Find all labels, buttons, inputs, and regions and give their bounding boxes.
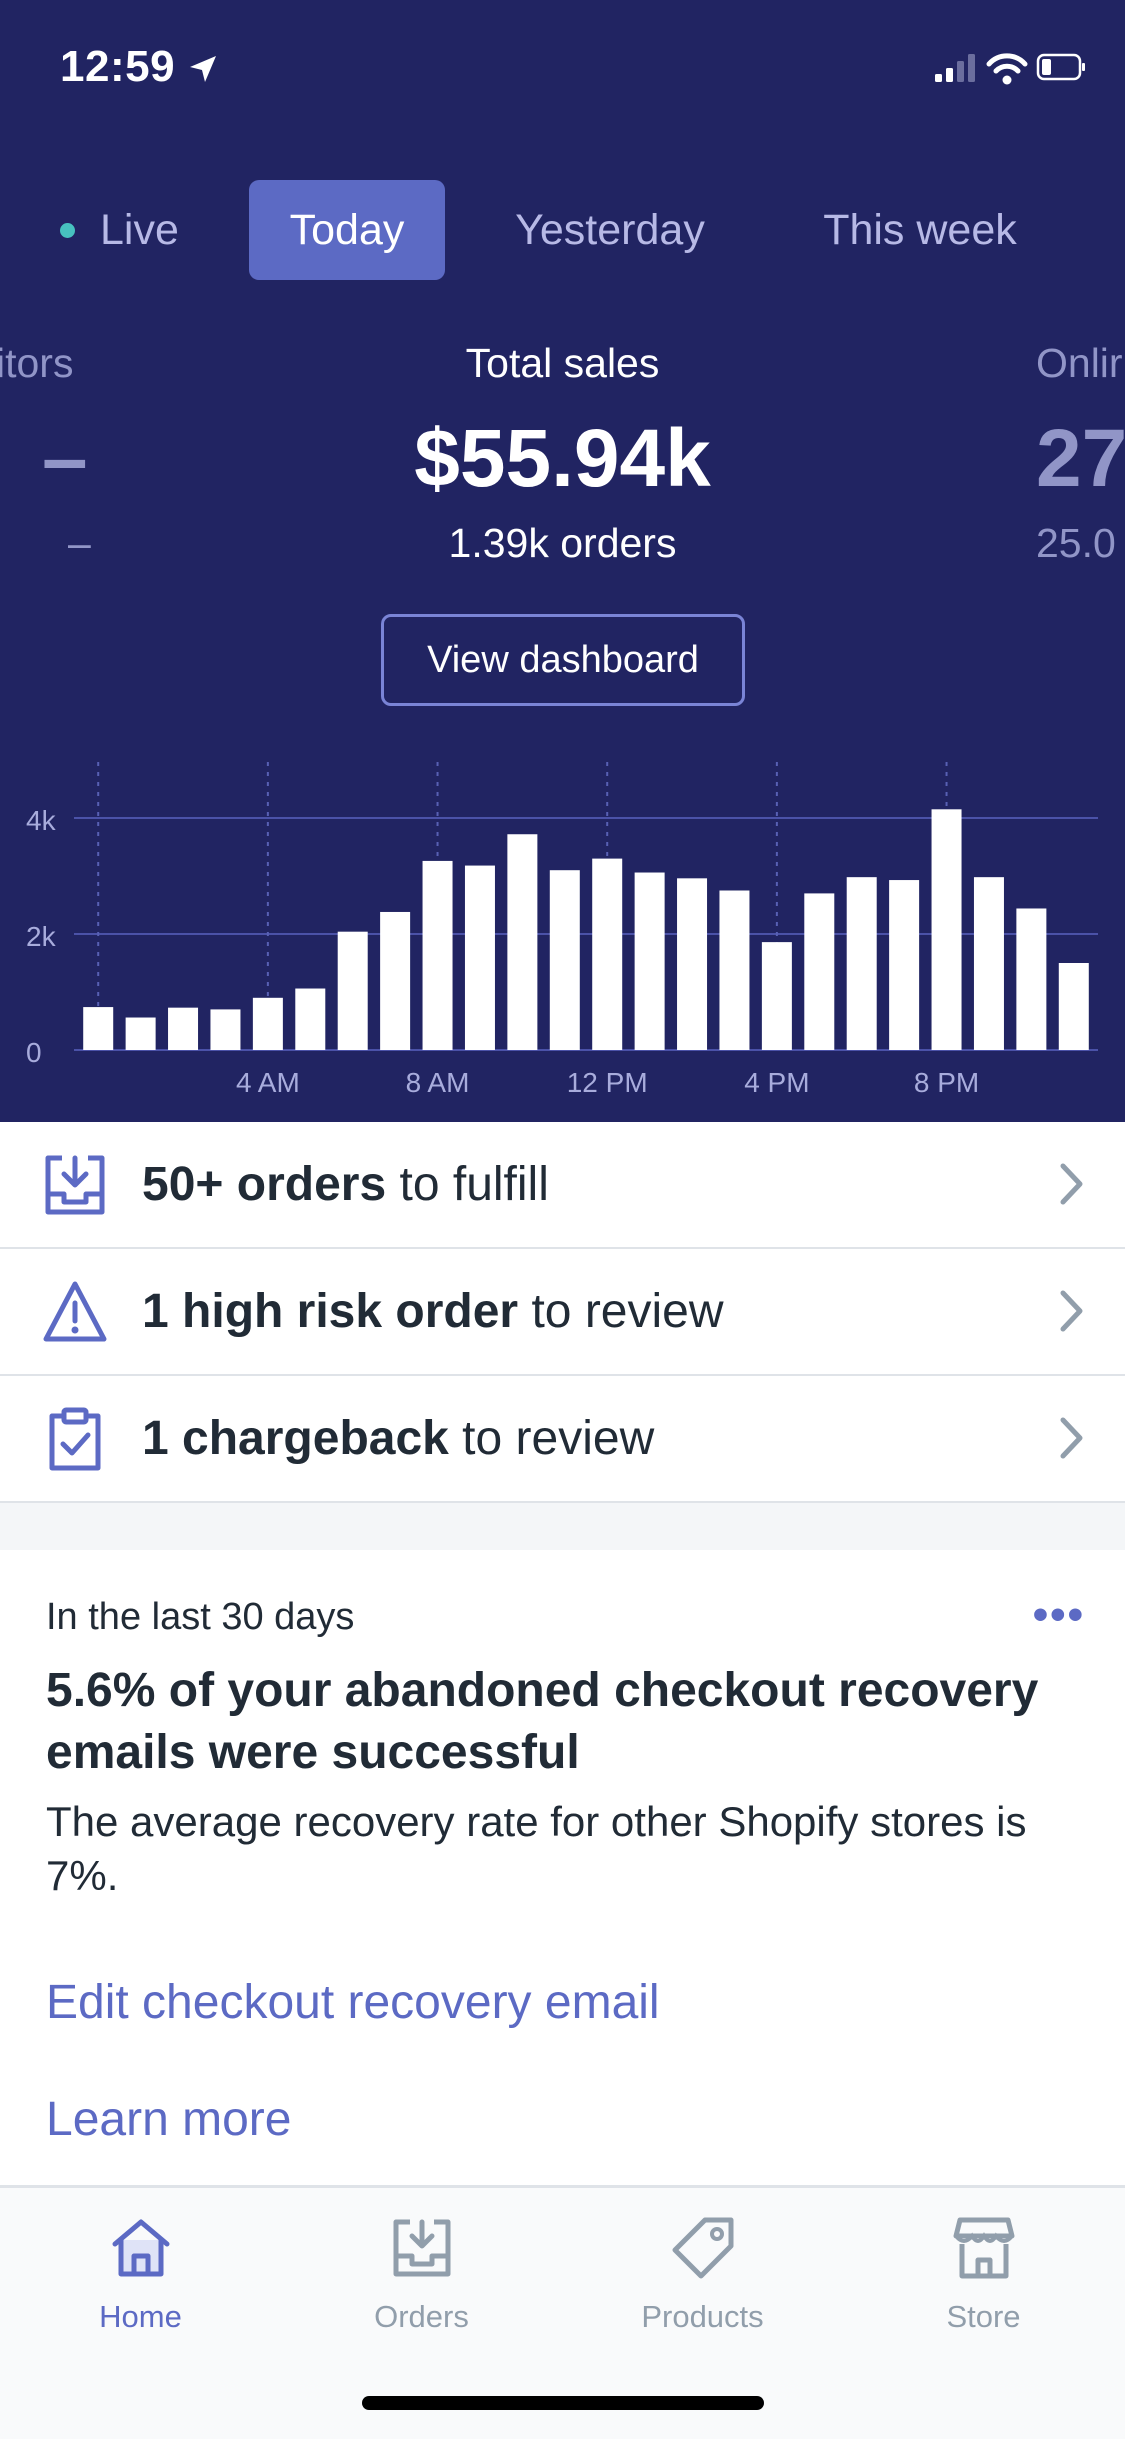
tab-today[interactable]: Today bbox=[249, 180, 445, 280]
task-text: 50+ orders to fulfill bbox=[142, 1158, 549, 1211]
date-range-tabs: Live Today Yesterday This week bbox=[0, 180, 1125, 280]
chevron-right-icon bbox=[1060, 1290, 1083, 1332]
tab-home[interactable]: Home bbox=[0, 2216, 281, 2335]
online-store-label: Onlir bbox=[1036, 340, 1123, 386]
home-indicator bbox=[362, 2396, 764, 2410]
bar-1-pm bbox=[634, 872, 665, 1050]
total-sales-label: Total sales bbox=[465, 340, 660, 386]
chevron-right-icon bbox=[1060, 1417, 1083, 1459]
bar-7-am bbox=[380, 911, 411, 1050]
bar-9-am bbox=[464, 865, 495, 1050]
online-store-sub: 25.0 bbox=[1036, 520, 1116, 566]
bar-8-am bbox=[422, 860, 453, 1050]
tab-store[interactable]: Store bbox=[843, 2216, 1124, 2335]
inbox-icon bbox=[45, 1155, 105, 1215]
bar-4-am bbox=[252, 997, 283, 1050]
bar-7-pm bbox=[889, 880, 920, 1050]
bar-4-pm bbox=[761, 942, 792, 1050]
bar-5-am bbox=[295, 988, 326, 1050]
status-time: 12:59 bbox=[60, 42, 176, 91]
bar-6-pm bbox=[846, 877, 877, 1050]
task-row-high-risk-order[interactable]: 1 high risk order to review bbox=[0, 1249, 1125, 1376]
y-tick-label: 4k bbox=[26, 805, 57, 836]
store-icon bbox=[953, 2217, 1014, 2279]
x-tick-label: 4 AM bbox=[236, 1067, 300, 1098]
card-body: The average recovery rate for other Shop… bbox=[46, 1798, 1027, 1899]
orders-count: 1.39k orders bbox=[448, 520, 677, 566]
hourly-sales-chart: 0 2k 4k 4 AM 8 AM 12 PM 4 PM 8 PM bbox=[26, 762, 1098, 1098]
insight-card: In the last 30 days ••• 5.6% of your aba… bbox=[0, 1550, 1125, 2180]
y-tick-label: 2k bbox=[26, 921, 57, 952]
y-tick-label: 0 bbox=[26, 1037, 42, 1068]
clipboard-check-icon bbox=[49, 1407, 101, 1471]
tag-icon bbox=[672, 2217, 733, 2279]
edit-recovery-email-link[interactable]: Edit checkout recovery email bbox=[46, 1975, 660, 2030]
bar-11-am bbox=[549, 870, 580, 1050]
learn-more-link[interactable]: Learn more bbox=[46, 2092, 291, 2147]
bar-9-pm bbox=[973, 877, 1004, 1050]
chevron-right-icon bbox=[1060, 1163, 1083, 1205]
online-store-value: 27 bbox=[1036, 413, 1125, 504]
warning-icon bbox=[43, 1281, 107, 1342]
bar-12-pm bbox=[592, 858, 623, 1050]
wifi-icon bbox=[986, 53, 1028, 85]
bar-12-am bbox=[83, 1007, 114, 1050]
battery-icon bbox=[1036, 53, 1085, 81]
card-eyebrow: In the last 30 days bbox=[46, 1596, 355, 1638]
bar-2-am bbox=[168, 1007, 199, 1050]
tab-orders[interactable]: Orders bbox=[281, 2216, 562, 2335]
tab-live[interactable]: Live bbox=[40, 180, 200, 280]
bar-3-pm bbox=[719, 890, 750, 1050]
tab-this-week[interactable]: This week bbox=[790, 180, 1050, 280]
task-row-chargeback[interactable]: 1 chargeback to review bbox=[0, 1376, 1125, 1503]
task-text: 1 high risk order to review bbox=[142, 1285, 724, 1338]
signal-icon bbox=[935, 54, 975, 82]
tab-yesterday[interactable]: Yesterday bbox=[480, 180, 740, 280]
task-row-orders-to-fulfill[interactable]: 50+ orders to fulfill bbox=[0, 1122, 1125, 1249]
total-sales-value: $55.94k bbox=[414, 413, 711, 504]
status-icons bbox=[935, 53, 1085, 85]
task-text: 1 chargeback to review bbox=[142, 1412, 655, 1465]
bar-5-pm bbox=[804, 893, 835, 1050]
bar-1-am bbox=[125, 1017, 156, 1050]
bar-8-pm bbox=[931, 809, 962, 1050]
bar-10-pm bbox=[1016, 908, 1047, 1050]
task-list: 50+ orders to fulfill 1 high risk order … bbox=[0, 1122, 1125, 1553]
x-tick-label: 8 PM bbox=[914, 1067, 979, 1098]
tab-products[interactable]: Products bbox=[562, 2216, 843, 2335]
x-tick-label: 4 PM bbox=[744, 1067, 809, 1098]
bar-2-pm bbox=[677, 878, 708, 1050]
live-indicator-dot bbox=[60, 223, 75, 238]
bar-3-am bbox=[210, 1009, 241, 1050]
orders-icon bbox=[393, 2219, 450, 2277]
home-icon bbox=[112, 2219, 169, 2277]
bar-11-pm bbox=[1058, 963, 1089, 1050]
view-dashboard-button[interactable]: View dashboard bbox=[381, 614, 745, 706]
section-divider bbox=[0, 1503, 1125, 1553]
x-tick-label: 12 PM bbox=[567, 1067, 648, 1098]
location-arrow-icon bbox=[190, 56, 216, 82]
more-options-icon[interactable]: ••• bbox=[1033, 1590, 1085, 1640]
sales-overview-header: 12:59 Live Today Yesterday This week ito… bbox=[0, 0, 1125, 1122]
card-title: 5.6% of your abandoned checkout recovery… bbox=[46, 1664, 1039, 1779]
bar-6-am bbox=[337, 931, 368, 1050]
x-tick-label: 8 AM bbox=[406, 1067, 470, 1098]
bar-10-am bbox=[507, 834, 538, 1050]
